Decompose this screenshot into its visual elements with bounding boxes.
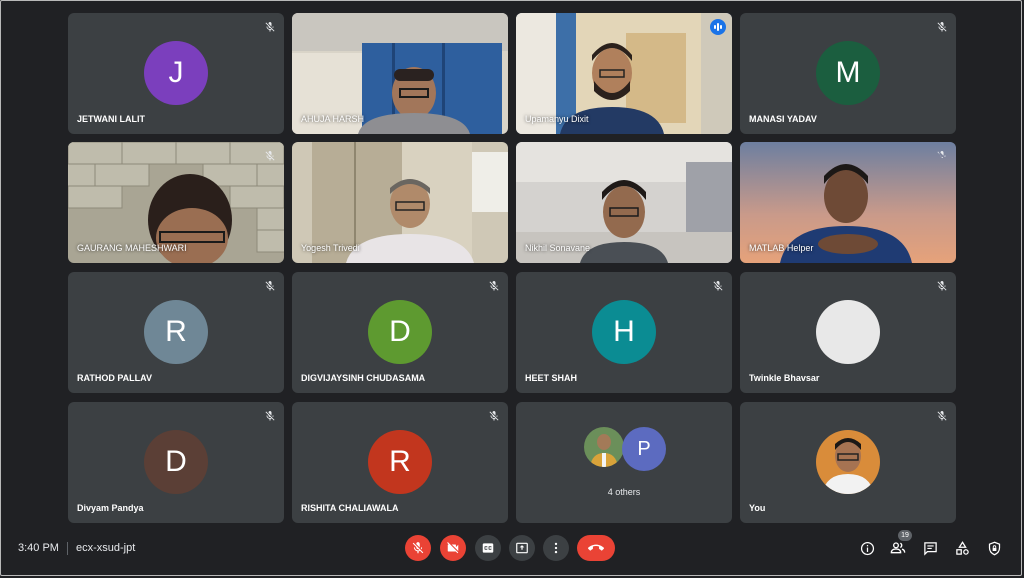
- participant-tile[interactable]: D Divyam Pandya: [68, 402, 284, 523]
- present-screen-icon: [516, 542, 528, 554]
- avatar: [584, 427, 624, 467]
- participant-name: Twinkle Bhavsar: [749, 373, 820, 383]
- participant-tile[interactable]: H HEET SHAH: [516, 272, 732, 393]
- closed-captions-icon: [482, 543, 494, 553]
- avatar: H: [592, 300, 656, 364]
- avatar-initial: P: [637, 437, 651, 460]
- avatar: D: [368, 300, 432, 364]
- avatar: R: [144, 300, 208, 364]
- participant-name: JETWANI LALIT: [77, 114, 145, 124]
- chat-button[interactable]: [922, 540, 938, 556]
- divider: [67, 542, 68, 555]
- participant-name: RATHOD PALLAV: [77, 373, 152, 383]
- speaking-indicator-icon: [710, 19, 726, 35]
- participant-tile[interactable]: R RATHOD PALLAV: [68, 272, 284, 393]
- mic-off-icon: [937, 151, 946, 159]
- self-tile[interactable]: You: [740, 402, 956, 523]
- avatar: P: [622, 427, 666, 471]
- participant-name: You: [749, 503, 766, 513]
- participant-name: MANASI YADAV: [749, 114, 817, 124]
- mic-off-icon: [489, 411, 499, 421]
- participant-name: RISHITA CHALIAWALA: [301, 503, 399, 513]
- people-icon: [890, 542, 906, 554]
- avatar-initial: D: [165, 445, 187, 478]
- participant-name: MATLAB Helper: [749, 243, 814, 253]
- present-button[interactable]: [509, 535, 535, 561]
- participant-name: HEET SHAH: [525, 373, 578, 383]
- participant-name: GAURANG MAHESHWARI: [77, 243, 187, 253]
- participant-tile[interactable]: Yogesh Trivedi: [292, 142, 508, 263]
- others-tile[interactable]: P 4 others: [516, 402, 732, 523]
- others-count-label: 4 others: [607, 487, 641, 497]
- avatar: M: [816, 41, 880, 105]
- captions-button[interactable]: [475, 535, 501, 561]
- activities-button[interactable]: [954, 540, 970, 556]
- participant-name: Upamanyu Dixit: [525, 114, 589, 124]
- participant-tile[interactable]: GAURANG MAHESHWARI: [68, 142, 284, 263]
- avatar-initial: J: [168, 56, 184, 89]
- meeting-details-button[interactable]: [859, 540, 875, 556]
- mic-off-icon: [265, 22, 275, 32]
- participant-tile[interactable]: R RISHITA CHALIAWALA: [292, 402, 508, 523]
- participant-name: Nikhil Sonavane: [525, 243, 591, 253]
- camera-toggle-button[interactable]: [440, 535, 466, 561]
- avatar-initial: D: [389, 315, 411, 348]
- end-call-button[interactable]: [577, 535, 615, 561]
- mic-off-icon: [937, 22, 947, 32]
- avatar: [816, 430, 880, 494]
- mic-off-icon: [937, 411, 947, 421]
- others-group: P 4 others: [516, 402, 732, 523]
- participant-tile[interactable]: M MANASI YADAV: [740, 13, 956, 134]
- mic-off-icon: [265, 411, 275, 421]
- participant-tile[interactable]: J JETWANI LALIT: [68, 13, 284, 134]
- participant-tile[interactable]: AHUJA HARSH: [292, 13, 508, 134]
- participant-tile[interactable]: Twinkle Bhavsar: [740, 272, 956, 393]
- mic-off-icon: [489, 281, 499, 291]
- meeting-time: 3:40 PM: [18, 542, 59, 554]
- avatar-initial: M: [835, 56, 861, 89]
- participant-tile[interactable]: D DIGVIJAYSINH CHUDASAMA: [292, 272, 508, 393]
- participant-name: AHUJA HARSH: [301, 114, 365, 124]
- avatar: [816, 300, 880, 364]
- people-button[interactable]: [890, 540, 906, 556]
- mic-off-icon: [265, 151, 275, 161]
- host-controls-button[interactable]: [986, 540, 1002, 556]
- avatar: J: [144, 41, 208, 105]
- activities-icon: [955, 540, 969, 555]
- more-options-button[interactable]: [543, 535, 569, 561]
- meeting-code: ecx-xsud-jpt: [76, 542, 136, 554]
- info-icon: [860, 541, 874, 555]
- chat-icon: [923, 541, 937, 556]
- participant-name: Divyam Pandya: [77, 503, 144, 513]
- mic-off-icon: [713, 281, 723, 291]
- participant-name: DIGVIJAYSINH CHUDASAMA: [301, 373, 426, 383]
- participant-tile[interactable]: Upamanyu Dixit: [516, 13, 732, 134]
- participant-tile[interactable]: MATLAB Helper: [740, 142, 956, 263]
- mic-off-icon: [265, 281, 275, 291]
- avatar-initial: R: [165, 315, 187, 348]
- more-options-icon: [554, 542, 558, 554]
- participant-name: Yogesh Trivedi: [301, 243, 360, 253]
- avatar: D: [144, 430, 208, 494]
- host-controls-icon: [988, 541, 1000, 555]
- avatar: R: [368, 430, 432, 494]
- mic-off-icon: [412, 542, 424, 554]
- end-call-icon: [588, 544, 604, 551]
- participant-count-badge: 19: [898, 530, 912, 541]
- avatar-initial: R: [389, 445, 411, 478]
- mic-off-icon: [937, 281, 947, 291]
- mic-toggle-button[interactable]: [405, 535, 431, 561]
- avatar-initial: H: [613, 315, 635, 348]
- participant-tile[interactable]: Nikhil Sonavane: [516, 142, 732, 263]
- camera-off-icon: [447, 542, 459, 554]
